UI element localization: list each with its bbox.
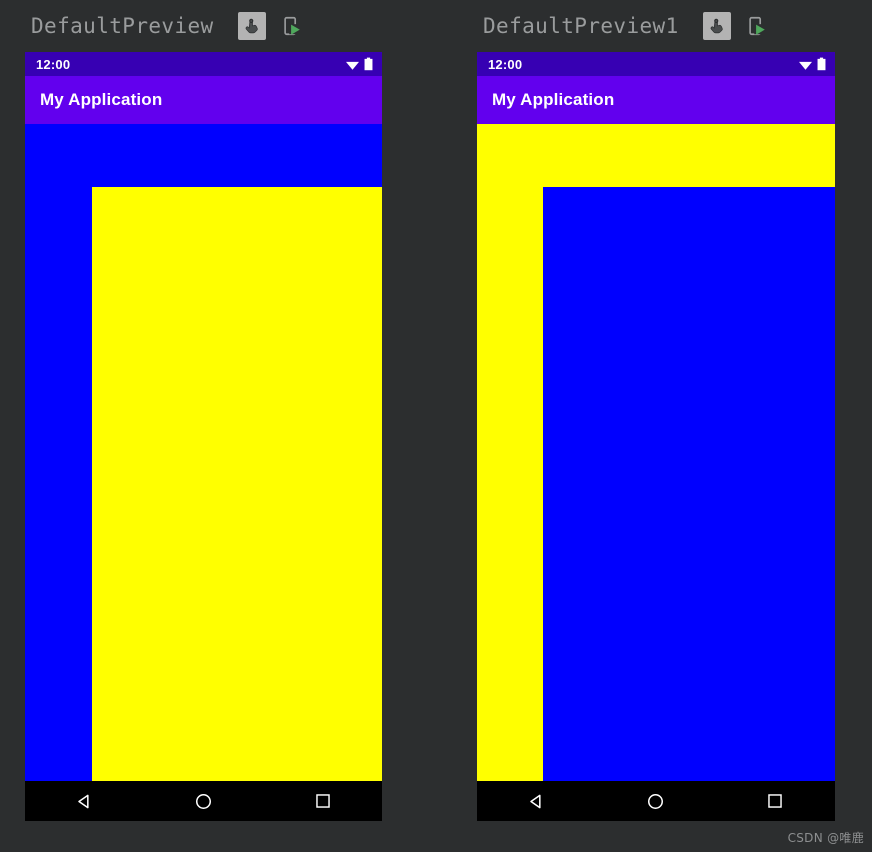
wifi-icon	[799, 61, 812, 70]
device-frame: 12:00 My Application	[25, 52, 382, 821]
recents-icon[interactable]	[300, 781, 346, 821]
inner-box	[92, 187, 382, 781]
preview-content-surface	[25, 124, 382, 781]
preview-header-actions	[237, 12, 306, 40]
home-icon[interactable]	[633, 781, 679, 821]
status-bar-icons	[798, 57, 826, 71]
back-icon[interactable]	[62, 781, 108, 821]
status-bar-time: 12:00	[36, 56, 71, 72]
preview-header-actions	[702, 12, 771, 40]
interactive-mode-icon[interactable]	[237, 12, 266, 40]
preview-header: DefaultPreview1	[477, 0, 835, 52]
recents-icon[interactable]	[752, 781, 798, 821]
app-bar: My Application	[477, 76, 835, 124]
preview-title: DefaultPreview1	[483, 14, 679, 38]
watermark: CSDN @唯鹿	[787, 831, 864, 845]
preview-canvas: DefaultPreview 12:00 My Application Defa…	[0, 0, 872, 852]
preview-title: DefaultPreview	[31, 14, 214, 38]
device-frame: 12:00 My Application	[477, 52, 835, 821]
status-bar: 12:00	[477, 52, 835, 76]
run-on-device-icon[interactable]	[743, 12, 771, 40]
battery-icon	[364, 57, 373, 71]
wifi-icon	[346, 61, 359, 70]
battery-icon	[817, 57, 826, 71]
status-bar-icons	[345, 57, 373, 71]
back-icon[interactable]	[514, 781, 560, 821]
navigation-bar	[25, 781, 382, 821]
preview-content-surface	[477, 124, 835, 781]
app-bar: My Application	[25, 76, 382, 124]
navigation-bar	[477, 781, 835, 821]
compose-preview-default1: DefaultPreview1 12:00 My Application	[477, 0, 835, 821]
compose-preview-default: DefaultPreview 12:00 My Application	[25, 0, 382, 821]
preview-header: DefaultPreview	[25, 0, 382, 52]
interactive-mode-icon[interactable]	[702, 12, 731, 40]
app-bar-title: My Application	[492, 90, 615, 109]
status-bar-time: 12:00	[488, 56, 523, 72]
app-bar-title: My Application	[40, 90, 163, 109]
inner-box	[543, 187, 835, 781]
home-icon[interactable]	[181, 781, 227, 821]
status-bar: 12:00	[25, 52, 382, 76]
run-on-device-icon[interactable]	[278, 12, 306, 40]
